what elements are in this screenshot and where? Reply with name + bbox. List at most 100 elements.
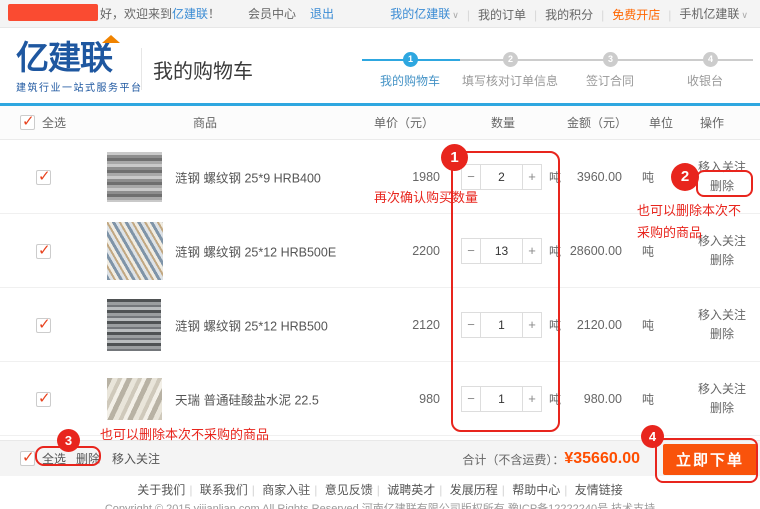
cart-total: 合计（不含运费）： ¥35660.00: [462, 441, 640, 477]
unit-price: 2200: [370, 244, 440, 258]
select-all-checkbox-bottom[interactable]: ✓: [20, 451, 35, 466]
separator: |: [377, 483, 380, 497]
step-3-circle: 3: [603, 52, 618, 67]
place-order-button[interactable]: 立即下单: [663, 444, 757, 475]
product-image[interactable]: [107, 152, 162, 202]
increase-button[interactable]: +: [523, 165, 541, 189]
decrease-button[interactable]: −: [462, 165, 480, 189]
footer-link-help[interactable]: 帮助中心: [512, 483, 560, 497]
row-unit: 吨: [628, 316, 668, 333]
quantity-input[interactable]: [480, 387, 523, 411]
separator: |: [502, 483, 505, 497]
move-to-follow-link[interactable]: 移入关注: [690, 232, 754, 251]
step-4-label: 收银台: [645, 72, 760, 89]
footer-link-contact[interactable]: 联系我们: [200, 483, 248, 497]
separator: |: [564, 483, 567, 497]
topbar: 好，欢迎来到亿建联！ 会员中心 退出 我的亿建联∨ | 我的订单 | 我的积分 …: [0, 0, 760, 28]
col-unit-price: 单价（元）: [368, 106, 440, 140]
separator: |: [189, 483, 192, 497]
product-name-link[interactable]: 涟钢 螺纹钢 25*12 HRB500E: [175, 241, 336, 260]
product-name-link[interactable]: 天瑞 普通硅酸盐水泥 22.5: [175, 389, 319, 408]
delete-selected-link[interactable]: 删除: [76, 441, 100, 477]
welcome-pre: 好，欢迎来到: [100, 7, 172, 21]
quantity-stepper[interactable]: − +: [461, 312, 542, 338]
page-title: 我的购物车: [153, 55, 253, 84]
footer-link-merchant[interactable]: 商家入驻: [262, 483, 310, 497]
col-quantity: 数量: [463, 106, 543, 140]
cart-summary-bar: ✓ 全选 删除 移入关注 合计（不含运费）： ¥35660.00 立即下单: [0, 440, 760, 476]
product-name-link[interactable]: 涟钢 螺纹钢 25*9 HRB400: [175, 167, 321, 186]
row-checkbox[interactable]: ✓: [36, 318, 51, 333]
move-selected-to-follow-link[interactable]: 移入关注: [112, 441, 160, 477]
row-actions: 移入关注 删除: [690, 158, 754, 196]
increase-button[interactable]: +: [523, 387, 541, 411]
product-name-link[interactable]: 涟钢 螺纹钢 25*12 HRB500: [175, 315, 328, 334]
my-orders-link[interactable]: 我的订单: [478, 1, 526, 29]
row-unit: 吨: [628, 242, 668, 259]
username-redaction: [8, 4, 98, 21]
decrease-button[interactable]: −: [462, 239, 480, 263]
row-checkbox[interactable]: ✓: [36, 244, 51, 259]
col-product: 商品: [193, 106, 217, 140]
welcome-text: 好，欢迎来到亿建联！: [100, 0, 220, 28]
product-image[interactable]: [107, 299, 161, 351]
decrease-button[interactable]: −: [462, 387, 480, 411]
logout-link[interactable]: 退出: [310, 0, 334, 28]
delete-link[interactable]: 删除: [690, 251, 754, 270]
header-divider: [141, 48, 142, 90]
check-icon: ✓: [22, 448, 35, 466]
move-to-follow-link[interactable]: 移入关注: [690, 306, 754, 325]
unit-price: 1980: [370, 170, 440, 184]
decrease-button[interactable]: −: [462, 313, 480, 337]
quantity-input[interactable]: [480, 313, 523, 337]
increase-button[interactable]: +: [523, 239, 541, 263]
quantity-input[interactable]: [480, 239, 523, 263]
footer-link-friends[interactable]: 友情链接: [575, 483, 623, 497]
mobile-yijianlian-link[interactable]: 手机亿建联∨: [679, 0, 748, 29]
delete-link[interactable]: 删除: [690, 399, 754, 418]
product-image[interactable]: [107, 378, 162, 420]
quantity-stepper[interactable]: − +: [461, 386, 542, 412]
site-logo[interactable]: 亿建联 建筑行业一站式服务平台: [16, 40, 143, 94]
row-checkbox[interactable]: ✓: [36, 392, 51, 407]
chevron-down-icon: ∨: [452, 10, 459, 20]
col-amount: 金额（元）: [557, 106, 637, 140]
footer-link-jobs[interactable]: 诚聘英才: [387, 483, 435, 497]
my-yijianlian-link[interactable]: 我的亿建联∨: [390, 0, 459, 29]
footer-link-history[interactable]: 发展历程: [450, 483, 498, 497]
total-value: ¥35660.00: [564, 450, 640, 468]
quantity-input[interactable]: [480, 165, 523, 189]
check-icon: ✓: [38, 241, 51, 259]
row-checkbox[interactable]: ✓: [36, 170, 51, 185]
footer-link-about[interactable]: 关于我们: [137, 483, 185, 497]
member-center-link[interactable]: 会员中心: [248, 0, 296, 28]
cart-row: ✓ 涟钢 螺纹钢 25*9 HRB400 1980 − + 吨 3960.00 …: [0, 140, 760, 214]
cart-row: ✓ 涟钢 螺纹钢 25*12 HRB500 2120 − + 吨 2120.00…: [0, 288, 760, 362]
separator: |: [668, 1, 671, 29]
increase-button[interactable]: +: [523, 313, 541, 337]
row-amount: 28600.00: [552, 244, 622, 258]
quantity-stepper[interactable]: − +: [461, 238, 542, 264]
cart-row: ✓ 天瑞 普通硅酸盐水泥 22.5 980 − + 吨 980.00 吨 移入关…: [0, 362, 760, 436]
row-actions: 移入关注 删除: [690, 380, 754, 418]
move-to-follow-link[interactable]: 移入关注: [690, 158, 754, 177]
select-all-link[interactable]: 全选: [42, 441, 66, 477]
welcome-bang: ！: [208, 7, 220, 21]
my-points-link[interactable]: 我的积分: [545, 1, 593, 29]
checkout-steps: 1 2 3 4 我的购物车 填写核对订单信息 签订合同 收银台: [345, 38, 758, 93]
delete-link[interactable]: 删除: [690, 177, 754, 196]
shopping-cart-page: 好，欢迎来到亿建联！ 会员中心 退出 我的亿建联∨ | 我的订单 | 我的积分 …: [0, 0, 760, 509]
select-all-checkbox[interactable]: ✓: [20, 115, 35, 130]
unit-price: 980: [370, 392, 440, 406]
row-amount: 3960.00: [552, 170, 622, 184]
copyright-text: Copyright © 2015 yijianlian.com All Righ…: [0, 500, 760, 509]
move-to-follow-link[interactable]: 移入关注: [690, 380, 754, 399]
separator: |: [314, 483, 317, 497]
delete-link[interactable]: 删除: [690, 325, 754, 344]
welcome-brand: 亿建联: [172, 7, 208, 21]
footer-link-feedback[interactable]: 意见反馈: [325, 483, 373, 497]
cart-row: ✓ 涟钢 螺纹钢 25*12 HRB500E 2200 − + 吨 28600.…: [0, 214, 760, 288]
quantity-stepper[interactable]: − +: [461, 164, 542, 190]
free-shop-link[interactable]: 免费开店: [612, 1, 660, 29]
product-image[interactable]: [107, 222, 163, 280]
